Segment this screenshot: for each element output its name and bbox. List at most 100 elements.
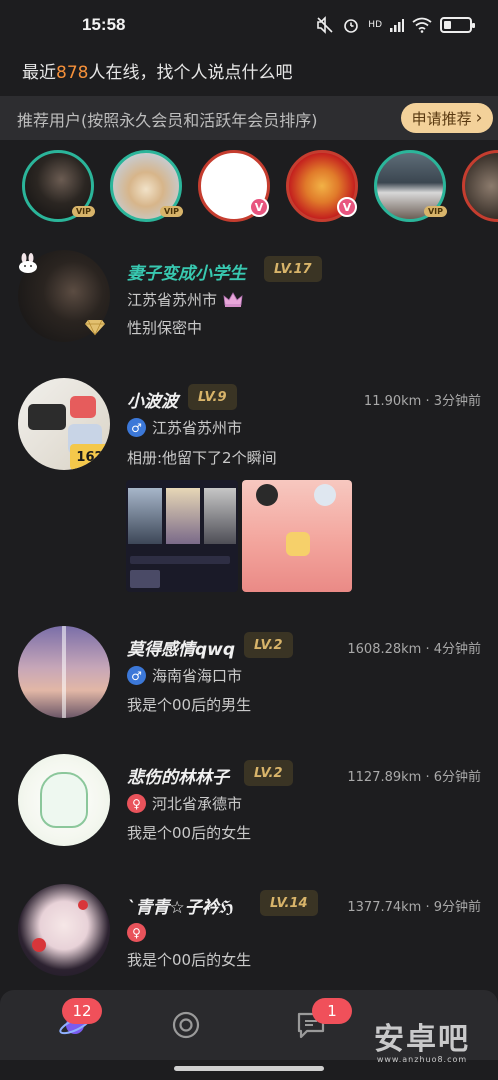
vip-diamond-icon — [85, 319, 105, 336]
vip-badge: VIP — [423, 206, 447, 217]
distance-time: 1608.28km · 4分钟前 — [347, 642, 481, 657]
avatar-app-tile — [70, 396, 96, 418]
photo-thumb — [166, 488, 200, 544]
user-subtitle: 我是个00后的女生 — [127, 824, 252, 842]
user-subtitle: 我是个00后的男生 — [127, 696, 252, 714]
user-name: 小波波 — [127, 392, 178, 412]
photo-icon-tile — [286, 532, 310, 556]
location-text: 江苏省苏州市 — [127, 291, 218, 309]
level-badge: LV.2 — [244, 632, 293, 658]
online-prefix: 最近 — [22, 63, 56, 83]
user-list-item[interactable]: 妻子变成小学生 LV.17 江苏省苏州市 性别保密中 — [0, 250, 498, 360]
compass-icon — [172, 1011, 200, 1039]
watermark-logo-text: 安卓吧 — [374, 1022, 470, 1057]
online-count: 878 — [56, 63, 89, 83]
battery-level — [444, 21, 452, 29]
recommended-avatar[interactable]: V — [198, 150, 270, 222]
apply-recommend-button[interactable]: 申请推荐 › — [401, 103, 493, 133]
user-subtitle: 相册:他留下了2个瞬间 — [127, 449, 277, 467]
avatar-app-tile — [28, 404, 66, 430]
tab-planet[interactable]: 12 — [20, 990, 130, 1060]
recommended-avatar[interactable]: V — [286, 150, 358, 222]
female-icon: ♀ — [127, 923, 146, 942]
location-text: 河北省承德市 — [152, 795, 243, 813]
user-location: ♂ 江苏省苏州市 — [127, 417, 242, 438]
avatar-light-beam — [62, 626, 66, 718]
photo-list-bar — [130, 556, 230, 564]
user-name: 妻子变成小学生 — [127, 264, 246, 284]
recommend-bar: 推荐用户(按照永久会员和活跃年会员排序) 申请推荐 › — [0, 96, 498, 140]
user-list-item[interactable]: 悲伤的林林子 LV.2 1127.89km · 6分钟前 ♀ 河北省承德市 我是… — [0, 754, 498, 864]
photo-circle — [256, 484, 278, 506]
male-icon: ♂ — [127, 418, 146, 437]
mute-icon — [317, 16, 333, 34]
online-suffix: 人在线，找个人说点什么吧 — [88, 63, 293, 83]
user-name: 悲伤的林林子 — [127, 768, 229, 788]
distance-time: 1127.89km · 6分钟前 — [347, 770, 481, 785]
verified-badge: V — [337, 197, 357, 217]
album-photo[interactable] — [242, 480, 352, 592]
home-indicator[interactable] — [174, 1066, 324, 1071]
location-text: 江苏省苏州市 — [152, 419, 243, 437]
photo-list-bar — [130, 570, 160, 588]
bunny-sticker-icon — [19, 253, 37, 273]
male-icon: ♂ — [127, 666, 146, 685]
site-watermark: 安卓吧 www.anzhuo8.com — [374, 1014, 470, 1064]
wifi-icon — [412, 17, 432, 33]
recommended-avatars: VIP VIP V V VIP — [0, 148, 498, 224]
level-badge: LV.2 — [244, 760, 293, 786]
user-location: ♀ — [127, 923, 146, 942]
user-list-item[interactable]: 莫得感情qwq LV.2 1608.28km · 4分钟前 ♂ 海南省海口市 我… — [0, 626, 498, 736]
crown-icon — [223, 291, 243, 307]
avatar-number: 162 — [76, 449, 104, 465]
user-avatar[interactable] — [18, 884, 110, 976]
apply-recommend-label: 申请推荐 — [411, 109, 472, 128]
user-location: 江苏省苏州市 — [127, 289, 243, 310]
vip-badge: VIP — [71, 206, 95, 217]
planet-badge: 12 — [62, 998, 102, 1024]
signal-bars-icon — [390, 19, 404, 32]
album-photo[interactable] — [126, 480, 238, 592]
verified-badge: V — [249, 197, 269, 217]
avatar-number-tile: 162 — [70, 444, 110, 470]
level-badge: LV.14 — [260, 890, 318, 916]
user-subtitle: 性别保密中 — [127, 319, 203, 337]
distance-time: 11.90km · 3分钟前 — [363, 394, 481, 409]
recommended-avatar[interactable]: VIP — [22, 150, 95, 222]
alarm-icon — [344, 19, 359, 33]
recommended-avatar[interactable] — [462, 150, 498, 222]
user-avatar[interactable] — [18, 754, 110, 846]
user-name: ˋ青青☆子衿ℌ — [127, 898, 235, 918]
user-location: ♀ 河北省承德市 — [127, 793, 242, 814]
location-text: 海南省海口市 — [152, 667, 243, 685]
user-avatar[interactable]: 162 — [18, 378, 110, 470]
online-count-line: 最近878人在线，找个人说点什么吧 — [22, 58, 292, 83]
messages-badge: 1 — [312, 998, 352, 1024]
tab-discover[interactable] — [131, 990, 241, 1060]
battery-icon — [440, 17, 475, 33]
recommended-avatar[interactable]: VIP — [110, 150, 183, 222]
recommended-avatar[interactable]: VIP — [374, 150, 447, 222]
level-badge: LV.17 — [264, 256, 322, 282]
vip-badge: VIP — [159, 206, 183, 217]
user-location: ♂ 海南省海口市 — [127, 665, 242, 686]
female-icon: ♀ — [127, 794, 146, 813]
status-icons: HD — [316, 16, 475, 34]
avatar-flower — [32, 938, 46, 952]
user-list-item[interactable]: ˋ青青☆子衿ℌ LV.14 1377.74km · 9分钟前 ♀ 我是个00后的… — [0, 884, 498, 994]
tab-messages[interactable]: 1 — [256, 990, 366, 1060]
signal-icon: HD — [368, 19, 382, 30]
photo-circle — [314, 484, 336, 506]
watermark-url: www.anzhuo8.com — [376, 1055, 468, 1064]
recommend-title: 推荐用户(按照永久会员和活跃年会员排序) — [17, 111, 318, 130]
avatar-cartoon-body — [40, 772, 88, 828]
user-avatar[interactable] — [18, 626, 110, 718]
user-subtitle: 我是个00后的女生 — [127, 951, 252, 969]
status-bar: 15:58 HD — [0, 0, 498, 52]
avatar-flower — [78, 900, 88, 910]
user-name: 莫得感情qwq — [127, 640, 236, 660]
chevron-right-icon: › — [475, 108, 483, 128]
status-time: 15:58 — [82, 15, 126, 34]
photo-thumb — [128, 488, 162, 544]
photo-thumb — [204, 488, 236, 544]
